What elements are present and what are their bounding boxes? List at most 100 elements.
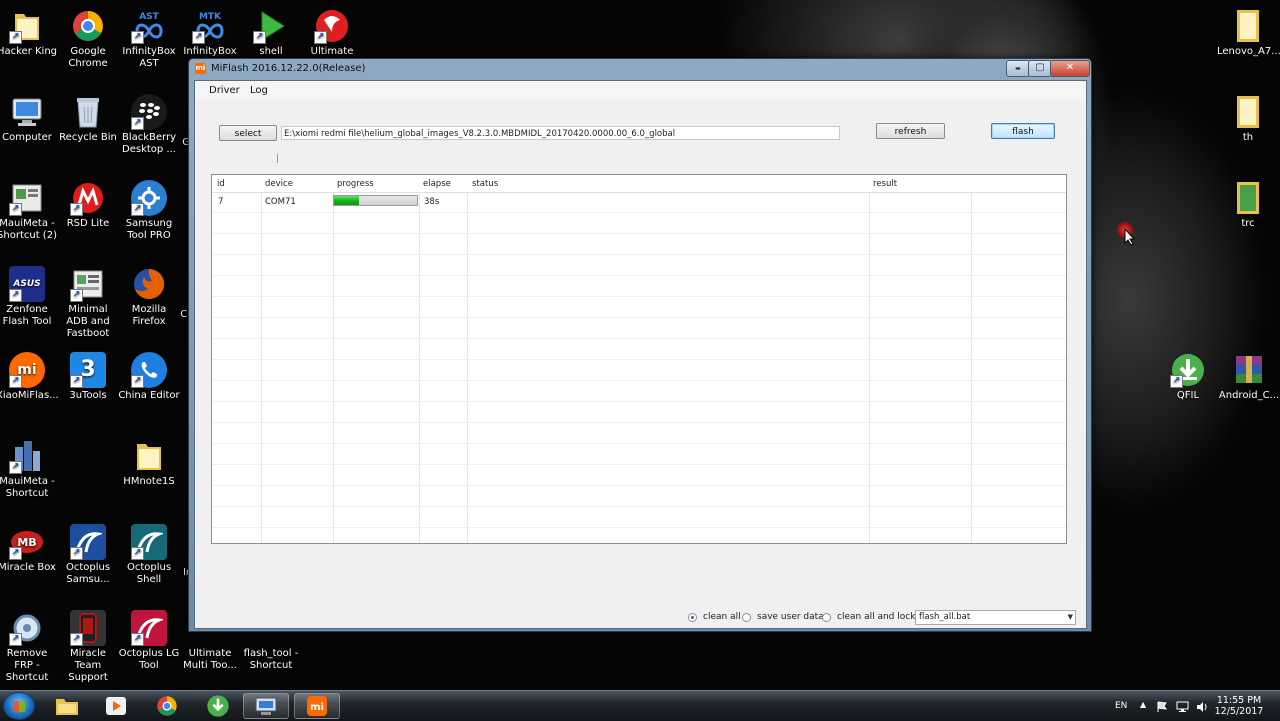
clean-all-and-lock-radio[interactable] bbox=[822, 613, 831, 622]
row-line bbox=[212, 275, 1066, 276]
flash-button[interactable]: flash bbox=[991, 123, 1055, 139]
partial-label: Ir bbox=[182, 567, 190, 578]
desktop-icon-infinitybox[interactable]: MTK ↗ InfinityBox bbox=[179, 8, 241, 58]
desktop-icon-infinitybox-ast[interactable]: AST ↗ InfinityBox AST bbox=[118, 8, 180, 70]
path-input[interactable]: E:\xiomi redmi file\helium_global_images… bbox=[281, 126, 840, 140]
taskbar-media-player[interactable] bbox=[93, 693, 139, 719]
header-status[interactable]: status bbox=[472, 179, 498, 189]
desktop-icon-remove-frp[interactable]: ↗ Remove FRP - Shortcut bbox=[0, 610, 58, 684]
header-progress[interactable]: progress bbox=[337, 179, 374, 189]
desktop-icon-hmnote1s[interactable]: HMnote1S bbox=[118, 438, 180, 488]
desktop-icon-trc[interactable]: trc bbox=[1217, 180, 1279, 230]
refresh-button[interactable]: refresh bbox=[876, 123, 945, 139]
desktop-icon-label: Miracle Team Support bbox=[68, 648, 108, 683]
flag-icon[interactable] bbox=[1156, 701, 1168, 713]
desktop-icon-shell[interactable]: ↗ shell bbox=[240, 8, 302, 58]
mi-icon: mi ↗ bbox=[9, 352, 45, 388]
maximize-button[interactable]: ▢ bbox=[1028, 60, 1052, 77]
desktop-icon-computer[interactable]: Computer bbox=[0, 94, 58, 144]
desktop-icon-minimal-adb[interactable]: ↗ Minimal ADB and Fastboot bbox=[57, 266, 119, 340]
menu-bar: Driver Log bbox=[195, 81, 1086, 100]
divider-tick bbox=[277, 154, 278, 163]
select-button[interactable]: select bbox=[219, 125, 277, 141]
network-icon[interactable] bbox=[1176, 701, 1189, 713]
row-line bbox=[212, 296, 1066, 297]
save-user-data-label[interactable]: save user data bbox=[757, 612, 824, 622]
taskbar-network-tool[interactable] bbox=[243, 693, 289, 719]
minimize-button[interactable]: ▬ bbox=[1006, 60, 1030, 77]
desktop-icon-zenfone[interactable]: ASUS ↗ Zenfone Flash Tool bbox=[0, 266, 58, 328]
desktop-icon-label: InfinityBox AST bbox=[122, 46, 176, 69]
folder-icon bbox=[1230, 8, 1266, 44]
motorola-icon: ↗ bbox=[70, 180, 106, 216]
taskbar-miflash[interactable]: mi bbox=[294, 693, 340, 719]
recycle-bin-icon bbox=[70, 94, 106, 130]
desktop-icon-hacker-king[interactable]: ↗ Hacker King bbox=[0, 8, 58, 58]
clean-all-radio[interactable] bbox=[688, 613, 697, 622]
samsung-tool-icon: ↗ bbox=[131, 180, 167, 216]
close-button[interactable]: ✕ bbox=[1050, 60, 1090, 77]
row-id: 7 bbox=[218, 197, 224, 207]
progress-fill bbox=[334, 196, 359, 205]
desktop-icon-label: shell bbox=[259, 46, 283, 57]
taskbar: mi EN ▲ 11:55 PM 12/5/2017 bbox=[0, 690, 1280, 721]
language-indicator[interactable]: EN bbox=[1115, 701, 1127, 711]
desktop-icon-miracle-box[interactable]: MB ↗ Miracle Box bbox=[0, 524, 58, 574]
adb-icon: ↗ bbox=[70, 266, 106, 302]
volume-icon[interactable] bbox=[1196, 701, 1209, 713]
desktop-icon-th[interactable]: th bbox=[1217, 94, 1279, 144]
desktop-icon-mauimeta[interactable]: ↗ MauiMeta - Shortcut bbox=[0, 438, 58, 500]
show-hidden-icons-icon[interactable]: ▲ bbox=[1140, 700, 1146, 709]
desktop-icon-ultimate[interactable]: ↗ Ultimate bbox=[301, 8, 363, 58]
header-elapse[interactable]: elapse bbox=[423, 179, 451, 189]
desktop-icon-label: Ultimate Multi Too... bbox=[183, 648, 237, 671]
clean-all-and-lock-label[interactable]: clean all and lock bbox=[837, 612, 915, 622]
desktop-icon-xiaomiflash[interactable]: mi ↗ XiaoMiFlas... bbox=[0, 352, 59, 402]
blackberry-icon: ↗ bbox=[131, 94, 167, 130]
save-user-data-radio[interactable] bbox=[742, 613, 751, 622]
chrome-icon bbox=[157, 696, 177, 716]
taskbar-qfil[interactable] bbox=[195, 693, 241, 719]
partial-label: Ci bbox=[180, 309, 190, 320]
desktop-icon-lenovo[interactable]: Lenovo_A7... bbox=[1217, 8, 1280, 58]
desktop-icon-mauimeta-2[interactable]: ↗ MauiMeta - Shortcut (2) bbox=[0, 180, 58, 242]
maximize-icon: ▢ bbox=[1035, 62, 1045, 73]
desktop-icon-label: trc bbox=[1241, 218, 1255, 229]
remove-frp-icon: ↗ bbox=[9, 610, 45, 646]
device-grid[interactable]: id device progress elapse status result bbox=[211, 174, 1067, 544]
desktop-icon-label: Zenfone Flash Tool bbox=[2, 304, 52, 327]
desktop-icon-samsung-tool[interactable]: ↗ Samsung Tool PRO bbox=[118, 180, 180, 242]
window-title: MiFlash 2016.12.22.0(Release) bbox=[211, 63, 366, 74]
row-line bbox=[212, 254, 1066, 255]
menu-log[interactable]: Log bbox=[250, 85, 268, 96]
desktop-icon-china-editor[interactable]: ↗ China Editor bbox=[118, 352, 180, 402]
desktop-icon-recycle-bin[interactable]: Recycle Bin bbox=[57, 94, 119, 144]
menu-driver[interactable]: Driver bbox=[209, 85, 240, 96]
taskbar-clock[interactable]: 11:55 PM 12/5/2017 bbox=[1214, 695, 1264, 717]
desktop-icon-android-c[interactable]: Android_C... bbox=[1218, 352, 1280, 402]
octoplus-icon: ↗ bbox=[70, 524, 106, 560]
desktop-icon-qfil[interactable]: ↗ QFIL bbox=[1157, 352, 1219, 402]
script-select[interactable]: flash_all.bat ▼ bbox=[915, 610, 1076, 625]
desktop-icon-miracle-team[interactable]: ↗ Miracle Team Support bbox=[57, 610, 119, 684]
desktop-icon-octoplus-lg[interactable]: ↗ Octoplus LG Tool bbox=[118, 610, 180, 672]
desktop-icon-octoplus-samsung[interactable]: ↗ Octoplus Samsu... bbox=[57, 524, 119, 586]
desktop-icon-label: Computer bbox=[2, 132, 52, 143]
row-line bbox=[212, 359, 1066, 360]
taskbar-chrome[interactable] bbox=[144, 693, 190, 719]
clean-all-label[interactable]: clean all bbox=[703, 612, 741, 622]
taskbar-explorer[interactable] bbox=[44, 693, 90, 719]
header-result[interactable]: result bbox=[873, 179, 897, 189]
desktop-icon-label: MauiMeta - Shortcut bbox=[0, 476, 55, 499]
computer-icon bbox=[9, 94, 45, 130]
desktop-icon-google-chrome[interactable]: Google Chrome bbox=[57, 8, 119, 70]
start-button[interactable] bbox=[3, 692, 35, 720]
window-titlebar[interactable]: mi MiFlash 2016.12.22.0(Release) ▬ ▢ ✕ bbox=[189, 59, 1091, 79]
desktop-icon-label: China Editor bbox=[118, 390, 180, 401]
header-id[interactable]: id bbox=[217, 179, 225, 189]
desktop-icon-rsd-lite[interactable]: ↗ RSD Lite bbox=[57, 180, 119, 230]
header-device[interactable]: device bbox=[265, 179, 293, 189]
desktop-icon-3utools[interactable]: 3 ↗ 3uTools bbox=[57, 352, 119, 402]
3utools-icon: 3 ↗ bbox=[70, 352, 106, 388]
winrar-icon bbox=[1231, 352, 1267, 388]
